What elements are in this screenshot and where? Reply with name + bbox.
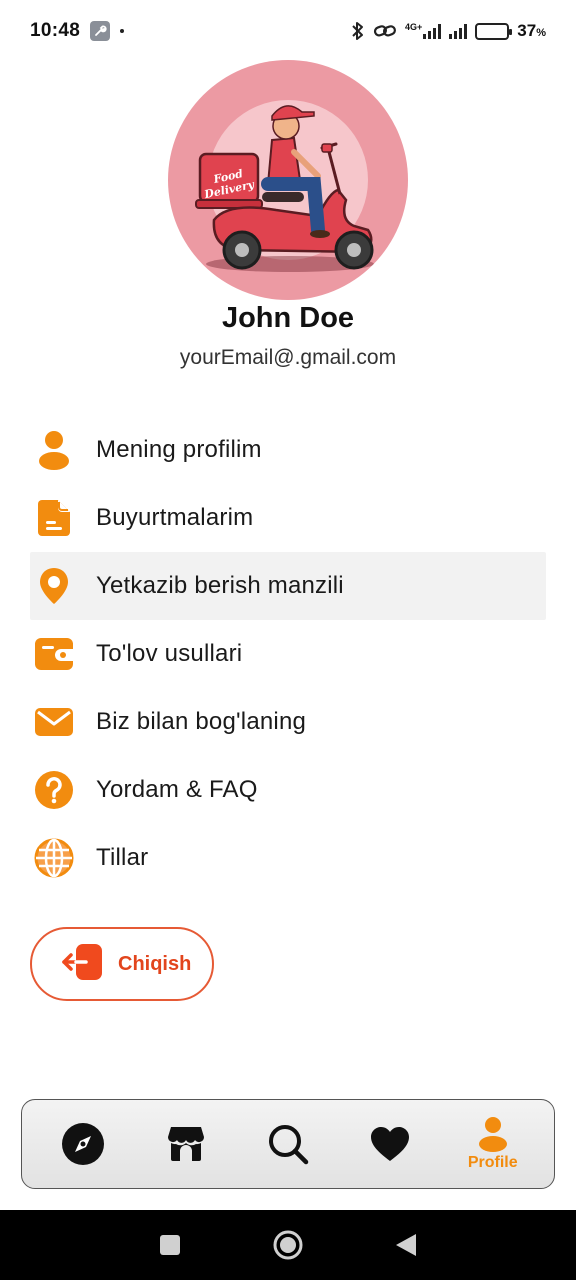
notification-dot-icon — [120, 29, 125, 33]
back-triangle-icon[interactable] — [394, 1232, 418, 1258]
status-left: 10:48 — [30, 20, 125, 42]
store-icon — [167, 1127, 204, 1161]
user-name: John Doe — [221, 302, 355, 334]
recents-square-icon[interactable] — [158, 1233, 182, 1257]
nav-favorites[interactable] — [350, 1104, 430, 1184]
globe-icon — [34, 838, 74, 878]
logout-button[interactable]: Chiqish — [30, 927, 214, 1001]
compass-icon — [62, 1123, 105, 1165]
nav-store[interactable] — [146, 1104, 226, 1184]
menu-item-label: Buyurtmalarim — [96, 504, 254, 531]
logout-icon — [62, 942, 104, 987]
menu-item-contact-us[interactable]: Biz bilan bog'laning — [30, 688, 546, 756]
menu-item-label: Yordam & FAQ — [96, 776, 258, 803]
menu-item-help-faq[interactable]: Yordam & FAQ — [30, 756, 546, 824]
delivery-scooter-illustration: Food Delivery — [195, 105, 374, 272]
hotspot-link-icon — [373, 25, 397, 37]
wrench-icon — [90, 21, 111, 41]
heart-icon — [371, 1127, 410, 1161]
bluetooth-icon — [352, 22, 364, 40]
menu-item-orders[interactable]: Buyurtmalarim — [30, 484, 546, 552]
menu-item-languages[interactable]: Tillar — [30, 824, 546, 892]
nav-explore[interactable] — [43, 1104, 123, 1184]
signal-bars-icon — [423, 23, 442, 39]
user-email: yourEmail@.gmail.com — [179, 346, 397, 369]
bottom-navigation: Profile — [21, 1099, 555, 1189]
signal-bars-2-icon — [449, 23, 468, 39]
status-right: 4G+ 37% — [351, 21, 546, 41]
menu-item-label: To'lov usullari — [96, 640, 243, 667]
profile-icon — [478, 1117, 507, 1152]
search-icon — [268, 1125, 309, 1165]
mail-icon — [34, 702, 74, 742]
menu-item-my-profile[interactable]: Mening profilim — [30, 416, 546, 484]
battery-icon — [475, 22, 513, 40]
signal-4g: 4G+ — [405, 22, 442, 39]
profile-menu: Mening profilim Buyurtmalarim Yetkazib b… — [30, 416, 546, 892]
person-icon — [34, 430, 74, 470]
network-type-label: 4G+ — [405, 22, 423, 32]
logout-label: Chiqish — [118, 952, 192, 975]
nav-search[interactable] — [248, 1104, 328, 1184]
nav-profile-label: Profile — [467, 1154, 518, 1171]
system-navigation-bar — [0, 1210, 576, 1280]
location-pin-icon — [34, 566, 74, 606]
home-circle-icon[interactable] — [272, 1229, 304, 1261]
battery-percent: 37% — [517, 21, 546, 40]
menu-item-label: Biz bilan bog'laning — [96, 708, 307, 735]
menu-item-label: Mening profilim — [96, 436, 262, 463]
nav-profile[interactable]: Profile — [453, 1104, 533, 1184]
avatar[interactable]: Food Delivery — [168, 60, 408, 300]
status-bar: 10:48 4G+ 37% — [0, 0, 576, 62]
wallet-icon — [34, 634, 74, 674]
menu-item-label: Tillar — [96, 844, 149, 871]
document-icon — [34, 498, 74, 538]
menu-item-label: Yetkazib berish manzili — [96, 572, 344, 599]
help-icon — [34, 770, 74, 810]
menu-item-delivery-address[interactable]: Yetkazib berish manzili — [30, 552, 546, 620]
menu-item-payment-methods[interactable]: To'lov usullari — [30, 620, 546, 688]
status-time: 10:48 — [30, 20, 81, 41]
